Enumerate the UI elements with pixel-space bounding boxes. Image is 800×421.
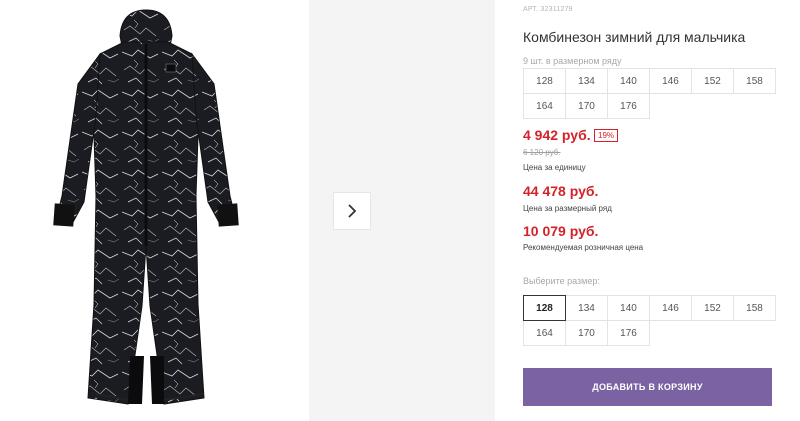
- product-title: Комбинезон зимний для мальчика: [523, 29, 746, 45]
- pack-price-label: Цена за размерный ряд: [523, 204, 612, 213]
- pack-size-cell: 128: [523, 68, 566, 94]
- retail-price-label: Рекомендуемая розничная цена: [523, 243, 644, 252]
- product-gallery: [0, 0, 500, 421]
- pack-size-cell: 170: [565, 93, 608, 119]
- product-image[interactable]: [40, 6, 252, 416]
- size-select-grid: 128 134 140 146 152 158 164 170 176: [523, 295, 776, 346]
- pack-size-cell: 140: [607, 68, 650, 94]
- size-option[interactable]: 140: [607, 295, 650, 321]
- size-option[interactable]: 164: [523, 320, 566, 346]
- article-number: АРТ. 32311279: [523, 6, 573, 13]
- discount-badge: 19%: [594, 129, 619, 142]
- pack-note: 9 шт. в размерном ряду: [523, 56, 622, 66]
- add-to-cart-button[interactable]: ДОБАВИТЬ В КОРЗИНУ: [523, 368, 772, 406]
- pack-size-cell: 164: [523, 93, 566, 119]
- pack-size-cell: 146: [649, 68, 692, 94]
- next-image-button[interactable]: [333, 192, 371, 230]
- size-option[interactable]: 158: [733, 295, 776, 321]
- old-price: 6 120 руб.: [523, 148, 561, 157]
- size-option[interactable]: 146: [649, 295, 692, 321]
- pack-price: 44 478 руб.: [523, 183, 599, 199]
- size-option[interactable]: 134: [565, 295, 608, 321]
- retail-price: 10 079 руб.: [523, 223, 599, 239]
- pack-size-cell: 134: [565, 68, 608, 94]
- unit-price-label: Цена за единицу: [523, 163, 586, 172]
- size-option[interactable]: 170: [565, 320, 608, 346]
- size-option-selected[interactable]: 128: [523, 295, 566, 321]
- pack-size-cell: 158: [733, 68, 776, 94]
- chevron-right-icon: [348, 204, 357, 218]
- pack-size-grid: 128 134 140 146 152 158 164 170 176: [523, 68, 776, 119]
- size-select-label: Выберите размер:: [523, 276, 600, 286]
- pack-size-cell: 176: [607, 93, 650, 119]
- pack-size-cell: 152: [691, 68, 734, 94]
- size-option[interactable]: 176: [607, 320, 650, 346]
- unit-price: 4 942 руб.: [523, 127, 591, 143]
- size-option[interactable]: 152: [691, 295, 734, 321]
